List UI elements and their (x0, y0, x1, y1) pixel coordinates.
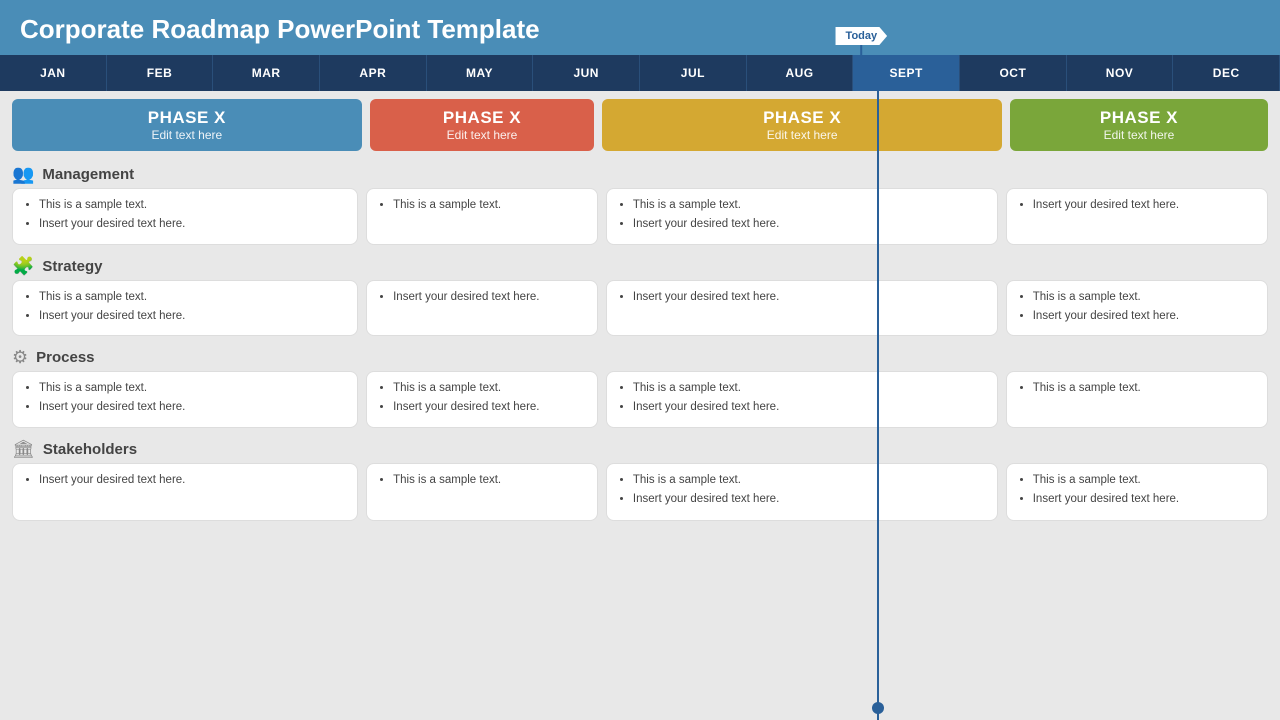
stakeholders-card-4: This is a sample text. Insert your desire… (1006, 463, 1268, 521)
list-item: Insert your desired text here. (633, 491, 985, 508)
phase-yellow: PHASE X Edit text here (602, 99, 1002, 151)
month-jun: JUN (533, 55, 640, 91)
list-item: This is a sample text. (633, 380, 985, 397)
month-jan: JAN (0, 55, 107, 91)
list-item: This is a sample text. (39, 289, 345, 306)
stakeholders-card-1: Insert your desired text here. (12, 463, 358, 521)
month-apr: APR (320, 55, 427, 91)
stakeholders-icon: 🏛 (12, 439, 35, 460)
month-mar: MAR (213, 55, 320, 91)
month-may: MAY (427, 55, 534, 91)
section-strategy-header: 🧩 Strategy (12, 251, 1268, 280)
list-item: This is a sample text. (633, 197, 985, 214)
stakeholders-card-2: This is a sample text. (366, 463, 598, 521)
process-card-4: This is a sample text. (1006, 371, 1268, 428)
today-circle-marker (872, 702, 884, 714)
strategy-card-4: This is a sample text. Insert your desire… (1006, 280, 1268, 337)
list-item: This is a sample text. (393, 380, 585, 397)
list-item: Insert your desired text here. (393, 399, 585, 416)
list-item: Insert your desired text here. (1033, 491, 1255, 508)
phase-orange-title: PHASE X (443, 108, 521, 128)
phase-green-subtitle: Edit text here (1104, 128, 1175, 142)
management-card-3: This is a sample text. Insert your desire… (606, 188, 998, 245)
section-management: 👥 Management This is a sample text. Inser… (0, 159, 1280, 249)
strategy-card-2: Insert your desired text here. (366, 280, 598, 337)
list-item: Insert your desired text here. (1033, 308, 1255, 325)
management-card-2: This is a sample text. (366, 188, 598, 245)
phase-blue: PHASE X Edit text here (12, 99, 362, 151)
section-process-header: ⚙ Process (12, 342, 1268, 371)
phase-green: PHASE X Edit text here (1010, 99, 1268, 151)
section-management-header: 👥 Management (12, 159, 1268, 188)
phase-yellow-subtitle: Edit text here (767, 128, 838, 142)
phase-blue-subtitle: Edit text here (151, 128, 222, 142)
process-cards: This is a sample text. Insert your desire… (12, 371, 1268, 428)
list-item: Insert your desired text here. (39, 399, 345, 416)
strategy-card-3: Insert your desired text here. (606, 280, 998, 337)
management-card-4: Insert your desired text here. (1006, 188, 1268, 245)
list-item: This is a sample text. (393, 197, 585, 214)
section-stakeholders: 🏛 Stakeholders Insert your desired text … (0, 434, 1280, 525)
strategy-card-1: This is a sample text. Insert your desire… (12, 280, 358, 337)
list-item: This is a sample text. (1033, 380, 1255, 397)
month-feb: FEB (107, 55, 214, 91)
list-item: This is a sample text. (1033, 289, 1255, 306)
month-nov: NOV (1067, 55, 1174, 91)
today-flag: Today (836, 27, 888, 45)
list-item: This is a sample text. (1033, 472, 1255, 489)
section-stakeholders-header: 🏛 Stakeholders (12, 434, 1268, 463)
management-card-1: This is a sample text. Insert your desire… (12, 188, 358, 245)
stakeholders-cards: Insert your desired text here. This is a… (12, 463, 1268, 521)
list-item: Insert your desired text here. (39, 308, 345, 325)
list-item: Insert your desired text here. (393, 289, 585, 306)
process-card-2: This is a sample text. Insert your desire… (366, 371, 598, 428)
management-icon: 👥 (12, 164, 34, 185)
list-item: Insert your desired text here. (39, 472, 345, 489)
section-strategy: 🧩 Strategy This is a sample text. Insert … (0, 251, 1280, 341)
month-oct: OCT (960, 55, 1067, 91)
slide-title: Corporate Roadmap PowerPoint Template (0, 0, 1280, 55)
phase-orange: PHASE X Edit text here (370, 99, 595, 151)
phase-orange-subtitle: Edit text here (447, 128, 518, 142)
strategy-icon: 🧩 (12, 256, 34, 277)
today-label: Today (836, 27, 888, 45)
month-dec: DEC (1173, 55, 1280, 91)
list-item: This is a sample text. (393, 472, 585, 489)
strategy-title: Strategy (42, 258, 102, 275)
slide: Corporate Roadmap PowerPoint Template To… (0, 0, 1280, 720)
management-title: Management (42, 166, 134, 183)
list-item: Insert your desired text here. (39, 216, 345, 233)
process-card-1: This is a sample text. Insert your desire… (12, 371, 358, 428)
section-process: ⚙ Process This is a sample text. Insert y… (0, 342, 1280, 432)
phase-yellow-title: PHASE X (763, 108, 841, 128)
list-item: Insert your desired text here. (1033, 197, 1255, 214)
strategy-cards: This is a sample text. Insert your desire… (12, 280, 1268, 337)
month-aug: AUG (747, 55, 854, 91)
content-area: PHASE X Edit text here PHASE X Edit text… (0, 91, 1280, 720)
phase-green-title: PHASE X (1100, 108, 1178, 128)
list-item: This is a sample text. (39, 197, 345, 214)
stakeholders-card-3: This is a sample text. Insert your desire… (606, 463, 998, 521)
month-jul: JUL (640, 55, 747, 91)
list-item: Insert your desired text here. (633, 216, 985, 233)
phase-blue-title: PHASE X (148, 108, 226, 128)
list-item: This is a sample text. (39, 380, 345, 397)
process-icon: ⚙ (12, 347, 28, 368)
phase-row: PHASE X Edit text here PHASE X Edit text… (0, 91, 1280, 159)
list-item: This is a sample text. (633, 472, 985, 489)
process-card-3: This is a sample text. Insert your desire… (606, 371, 998, 428)
list-item: Insert your desired text here. (633, 289, 985, 306)
stakeholders-title: Stakeholders (43, 441, 137, 458)
month-sept: SEPT (853, 55, 960, 91)
management-cards: This is a sample text. Insert your desire… (12, 188, 1268, 245)
process-title: Process (36, 349, 94, 366)
month-bar: Today JAN FEB MAR APR MAY JUN JUL AUG SE… (0, 55, 1280, 91)
list-item: Insert your desired text here. (633, 399, 985, 416)
